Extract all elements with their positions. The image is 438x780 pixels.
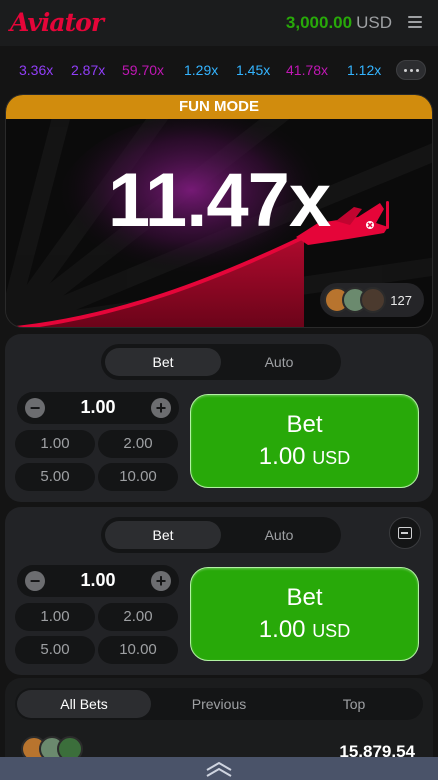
quick-amount-button[interactable]: 1.00 <box>15 430 95 458</box>
fun-mode-banner: FUN MODE <box>6 95 432 119</box>
bet-button-value: 1.00 <box>258 616 306 643</box>
bet-mode-tabs: Bet Auto <box>101 517 341 553</box>
bet-amount-stepper: − 1.00 + <box>17 565 179 597</box>
bet-panel-1: Bet Auto − 1.00 + 1.00 2.00 5.00 10.00 B… <box>5 334 433 502</box>
quick-amount-button[interactable]: 10.00 <box>98 636 178 664</box>
remove-panel-icon[interactable] <box>389 517 421 549</box>
history-item[interactable]: 1.29x <box>184 62 218 78</box>
bet-button-currency: USD <box>312 448 351 468</box>
quick-amount-button[interactable]: 5.00 <box>15 463 95 491</box>
history-item[interactable]: 59.70x <box>122 62 164 78</box>
history-item[interactable]: 1.45x <box>236 62 270 78</box>
balance-display: 3,000.00 USD <box>286 13 392 33</box>
place-bet-button[interactable]: Bet 1.00 USD <box>190 567 419 661</box>
bet-button-amount: 1.00 USD <box>191 616 418 644</box>
tab-bet[interactable]: Bet <box>105 348 221 376</box>
current-multiplier: 11.47x <box>107 158 331 243</box>
history-item[interactable]: 41.78x <box>286 62 328 78</box>
tab-bet[interactable]: Bet <box>105 521 221 549</box>
multiplier-history: 3.36x 2.87x 59.70x 1.29x 1.45x 41.78x 1.… <box>0 46 438 92</box>
place-bet-button[interactable]: Bet 1.00 USD <box>190 394 419 488</box>
tab-top[interactable]: Top <box>287 690 421 718</box>
history-item[interactable]: 1.12x <box>347 62 381 78</box>
tab-auto[interactable]: Auto <box>221 521 337 549</box>
bet-panel-2: Bet Auto − 1.00 + 1.00 2.00 5.00 10.00 B… <box>5 507 433 675</box>
bet-mode-tabs: Bet Auto <box>101 344 341 380</box>
plus-icon[interactable]: + <box>151 398 171 418</box>
bet-button-amount: 1.00 USD <box>191 443 418 471</box>
balance-amount: 3,000.00 <box>285 13 353 32</box>
bet-button-label: Bet <box>286 411 323 438</box>
player-avatar <box>360 287 386 313</box>
balance-currency: USD <box>356 13 392 32</box>
history-more-button[interactable] <box>396 60 426 80</box>
chevron-up-icon[interactable] <box>204 761 234 777</box>
quick-amount-button[interactable]: 2.00 <box>98 603 178 631</box>
quick-amount-button[interactable]: 2.00 <box>98 430 178 458</box>
tab-auto[interactable]: Auto <box>221 348 337 376</box>
players-count: 127 <box>390 293 412 308</box>
quick-amount-button[interactable]: 5.00 <box>15 636 95 664</box>
history-item[interactable]: 2.87x <box>71 62 105 78</box>
quick-amount-button[interactable]: 10.00 <box>98 463 178 491</box>
plus-icon[interactable]: + <box>151 571 171 591</box>
tab-previous[interactable]: Previous <box>152 690 286 718</box>
quick-amount-button[interactable]: 1.00 <box>15 603 95 631</box>
top-header: Aviator 3,000.00 USD <box>0 0 438 46</box>
game-canvas: FUN MODE 11.47x 127 <box>5 94 433 328</box>
aviator-logo: Aviator <box>10 8 104 37</box>
bet-amount-stepper: − 1.00 + <box>17 392 179 424</box>
hamburger-menu-icon[interactable] <box>408 16 422 28</box>
bets-tabs: All Bets Previous Top <box>15 688 423 720</box>
bet-button-currency: USD <box>312 621 351 641</box>
tab-all-bets[interactable]: All Bets <box>17 690 151 718</box>
bet-button-value: 1.00 <box>258 443 306 470</box>
bet-button-label: Bet <box>286 584 323 611</box>
players-indicator[interactable]: 127 <box>320 283 424 317</box>
history-item[interactable]: 3.36x <box>19 62 53 78</box>
